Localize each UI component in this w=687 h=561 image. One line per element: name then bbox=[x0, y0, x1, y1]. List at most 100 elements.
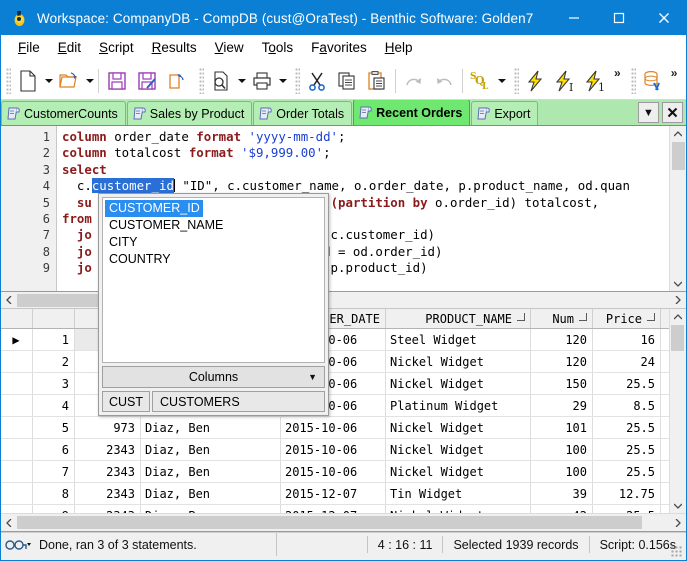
cell-customer-name[interactable]: Diaz, Ben bbox=[140, 416, 281, 439]
cell-id[interactable]: 2343 bbox=[74, 460, 141, 483]
cell-order-date[interactable]: 2015-10-06 bbox=[280, 438, 386, 461]
row-current-marker-icon[interactable] bbox=[1, 438, 33, 461]
row-current-marker-icon[interactable]: ▶ bbox=[1, 328, 33, 351]
undo-button[interactable] bbox=[429, 65, 459, 97]
autocomplete-row[interactable]: CUSTOMER_NAME bbox=[105, 217, 324, 234]
cell-product-name[interactable]: Nickel Widget bbox=[385, 350, 531, 373]
autocomplete-category-combo[interactable]: Columns ▼ bbox=[102, 366, 325, 388]
row-number[interactable]: 4 bbox=[32, 394, 75, 417]
cell-product-name[interactable]: Nickel Widget bbox=[385, 416, 531, 439]
print-preview-button[interactable] bbox=[206, 65, 236, 97]
scroll-left-icon[interactable] bbox=[1, 292, 17, 308]
toolbar-grip-icon[interactable] bbox=[295, 67, 300, 94]
cell-product-name[interactable]: Nickel Widget bbox=[385, 372, 531, 395]
menu-item-results[interactable]: Results bbox=[143, 37, 206, 59]
cell-customer-name[interactable]: Diaz, Ben bbox=[140, 482, 281, 505]
cell-price[interactable]: 25.5 bbox=[592, 460, 661, 483]
table-row[interactable]: 7 2343 Diaz, Ben 2015-10-06 Nickel Widget 100… bbox=[1, 460, 686, 483]
scroll-right-icon[interactable] bbox=[670, 515, 686, 531]
print-dropdown[interactable] bbox=[277, 65, 288, 97]
menu-item-file[interactable]: File bbox=[9, 37, 49, 59]
cell-qty[interactable]: 150 bbox=[530, 372, 593, 395]
column-header-num[interactable]: Num bbox=[530, 309, 593, 329]
grid-rownum-header[interactable] bbox=[32, 309, 75, 329]
toolbar-overflow-execute[interactable]: » bbox=[611, 67, 624, 79]
autocomplete-item[interactable]: CUSTOMER_NAME bbox=[105, 217, 226, 234]
autocomplete-item[interactable]: COUNTRY bbox=[105, 251, 174, 268]
cell-product-name[interactable]: Steel Widget bbox=[385, 328, 531, 351]
column-header-product-name[interactable]: PRODUCT_NAME bbox=[385, 309, 531, 329]
menu-item-help[interactable]: Help bbox=[376, 37, 422, 59]
cell-price[interactable]: 25.5 bbox=[592, 416, 661, 439]
cell-product-name[interactable]: Platinum Widget bbox=[385, 394, 531, 417]
scroll-down-icon[interactable] bbox=[670, 276, 686, 291]
autocomplete-item[interactable]: CITY bbox=[105, 234, 140, 251]
autocomplete-item[interactable]: CUSTOMER_ID bbox=[105, 200, 203, 217]
row-current-marker-icon[interactable] bbox=[1, 416, 33, 439]
menu-item-tools[interactable]: Tools bbox=[253, 37, 303, 59]
row-number[interactable]: 7 bbox=[32, 460, 75, 483]
cell-price[interactable]: 12.75 bbox=[592, 482, 661, 505]
row-number[interactable]: 1 bbox=[32, 328, 75, 351]
close-button[interactable] bbox=[641, 1, 686, 35]
row-number[interactable]: 6 bbox=[32, 438, 75, 461]
tab-recent-orders[interactable]: Recent Orders bbox=[353, 100, 471, 125]
column-resize-handle[interactable] bbox=[647, 312, 655, 321]
toolbar-grip-icon[interactable] bbox=[199, 67, 204, 94]
chevron-down-icon[interactable]: ▼ bbox=[308, 372, 317, 382]
row-number[interactable]: 2 bbox=[32, 350, 75, 373]
tab-order-totals[interactable]: Order Totals bbox=[253, 101, 353, 125]
table-row[interactable]: 5 973 Diaz, Ben 2015-10-06 Nickel Widget 101 2… bbox=[1, 416, 686, 439]
grid-corner-cell[interactable] bbox=[1, 309, 33, 329]
row-current-marker-icon[interactable] bbox=[1, 372, 33, 395]
row-number[interactable]: 8 bbox=[32, 482, 75, 505]
toolbar-grip-icon[interactable] bbox=[630, 67, 636, 94]
autocomplete-list[interactable]: CUSTOMER_ID CUSTOMER_NAME CITY COUNTRY bbox=[102, 197, 325, 363]
row-current-marker-icon[interactable] bbox=[1, 460, 33, 483]
grid-horizontal-scroll-thumb[interactable] bbox=[17, 516, 642, 529]
cell-id[interactable]: 2343 bbox=[74, 438, 141, 461]
cell-qty[interactable]: 120 bbox=[530, 350, 593, 373]
column-header-price[interactable]: Price bbox=[592, 309, 661, 329]
row-current-marker-icon[interactable] bbox=[1, 482, 33, 505]
cell-price[interactable]: 25.5 bbox=[592, 438, 661, 461]
cell-customer-name[interactable]: Diaz, Ben bbox=[140, 460, 281, 483]
new-document-button[interactable] bbox=[13, 65, 43, 97]
save-button[interactable] bbox=[102, 65, 132, 97]
toolbar-overflow-dbtools[interactable]: » bbox=[668, 67, 681, 79]
cut-button[interactable] bbox=[302, 65, 332, 97]
cell-qty[interactable]: 100 bbox=[530, 460, 593, 483]
cell-product-name[interactable]: Tin Widget bbox=[385, 482, 531, 505]
cell-order-date[interactable]: 2015-12-07 bbox=[280, 482, 386, 505]
menu-item-view[interactable]: View bbox=[206, 37, 253, 59]
tab-customercounts[interactable]: CustomerCounts bbox=[1, 101, 126, 125]
cell-qty[interactable]: 100 bbox=[530, 438, 593, 461]
save-close-button[interactable] bbox=[162, 65, 192, 97]
paste-button[interactable] bbox=[362, 65, 392, 97]
cell-customer-name[interactable]: Diaz, Ben bbox=[140, 438, 281, 461]
autocomplete-popup[interactable]: CUSTOMER_ID CUSTOMER_NAME CITY COUNTRY Colu… bbox=[98, 193, 329, 416]
row-number[interactable]: 3 bbox=[32, 372, 75, 395]
column-resize-handle[interactable] bbox=[579, 312, 587, 321]
row-number[interactable]: 5 bbox=[32, 416, 75, 439]
menu-item-edit[interactable]: Edit bbox=[49, 37, 90, 59]
tab-sales-by-product[interactable]: Sales by Product bbox=[126, 101, 253, 125]
autocomplete-owner[interactable]: CUST bbox=[102, 391, 151, 412]
print-preview-dropdown[interactable] bbox=[236, 65, 247, 97]
menu-item-favorites[interactable]: Favorites bbox=[302, 37, 376, 59]
cell-product-name[interactable]: Nickel Widget bbox=[385, 438, 531, 461]
cell-price[interactable]: 24 bbox=[592, 350, 661, 373]
table-row[interactable]: 8 2343 Diaz, Ben 2015-12-07 Tin Widget 39 12.7… bbox=[1, 482, 686, 505]
grid-vertical-scroll-thumb[interactable] bbox=[671, 325, 684, 351]
cell-price[interactable]: 8.5 bbox=[592, 394, 661, 417]
sql-format-button[interactable]: S Q L bbox=[466, 65, 496, 97]
cell-id[interactable]: 973 bbox=[74, 416, 141, 439]
save-as-button[interactable] bbox=[132, 65, 162, 97]
row-current-marker-icon[interactable] bbox=[1, 394, 33, 417]
column-resize-handle[interactable] bbox=[517, 312, 525, 321]
sql-format-dropdown[interactable] bbox=[496, 65, 507, 97]
cell-price[interactable]: 16 bbox=[592, 328, 661, 351]
cell-order-date[interactable]: 2015-10-06 bbox=[280, 460, 386, 483]
cell-price[interactable]: 25.5 bbox=[592, 372, 661, 395]
grid-vertical-scrollbar[interactable] bbox=[669, 309, 686, 514]
